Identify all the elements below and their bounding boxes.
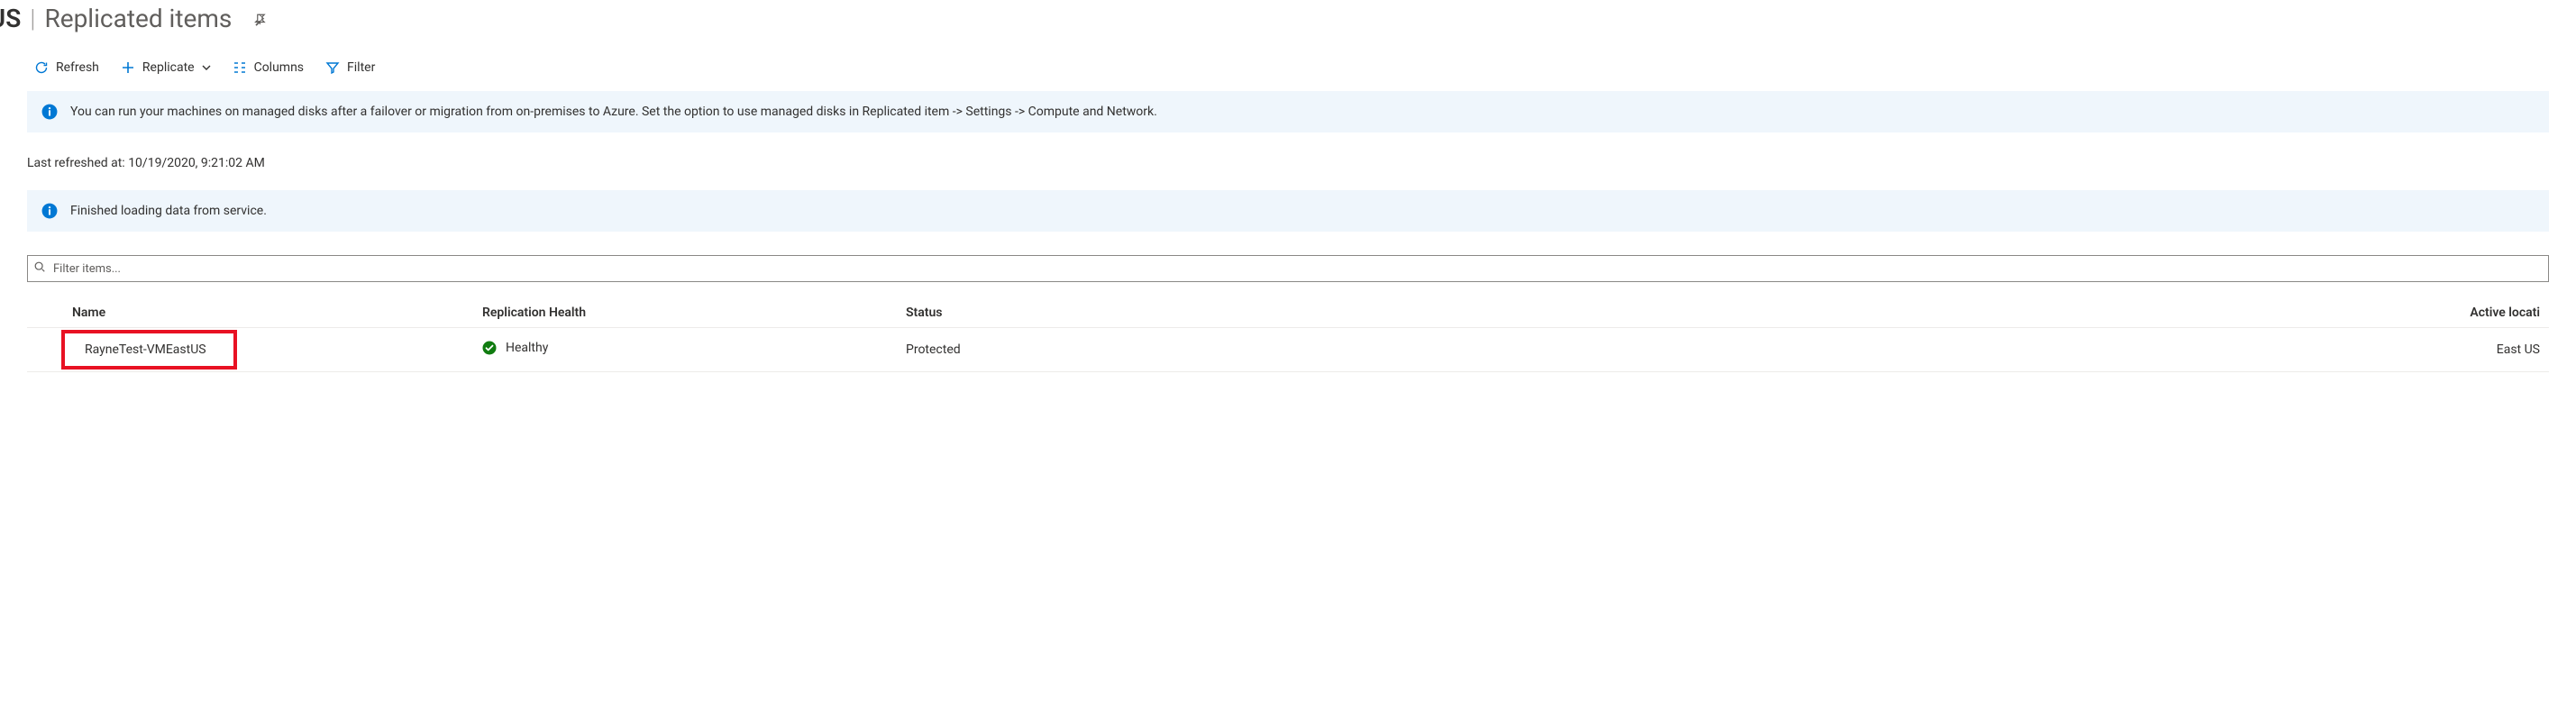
item-name-link[interactable]: RayneTest-VMEastUS [76, 341, 215, 359]
info-icon [41, 104, 58, 120]
pin-icon[interactable] [251, 13, 268, 29]
info-loaded-text: Finished loading data from service. [70, 204, 267, 218]
filter-icon [325, 60, 340, 75]
page-header: stUS | Replicated items [0, 0, 2576, 33]
plus-icon [121, 60, 135, 75]
last-refreshed-value: 10/19/2020, 9:21:02 AM [128, 156, 265, 170]
last-refreshed-label: Last refreshed at: [27, 156, 125, 170]
refresh-button[interactable]: Refresh [34, 60, 99, 75]
pipe-separator: | [26, 4, 39, 33]
filter-items-input[interactable] [51, 261, 2543, 277]
refresh-label: Refresh [56, 60, 99, 75]
columns-button[interactable]: Columns [233, 60, 304, 75]
info-loaded: Finished loading data from service. [27, 190, 2549, 232]
cell-replication-health: Healthy [473, 328, 897, 372]
header-status[interactable]: Status [897, 298, 1284, 328]
filter-label: Filter [347, 60, 375, 75]
cell-active-location: East US [1284, 328, 2549, 372]
table-header-row: Name Replication Health Status Active lo… [27, 298, 2549, 328]
row-spacer [27, 328, 63, 372]
table-row[interactable]: RayneTest-VMEastUS Healthy Pro [27, 328, 2549, 372]
chevron-down-icon [202, 63, 211, 72]
replicate-label: Replicate [142, 60, 195, 75]
highlight-box: RayneTest-VMEastUS [61, 330, 237, 370]
search-icon [33, 260, 46, 277]
replicate-button[interactable]: Replicate [121, 60, 211, 75]
replicated-items-table-wrap: Name Replication Health Status Active lo… [27, 298, 2549, 372]
command-bar: Refresh Replicate Columns [0, 33, 2576, 91]
header-active-location[interactable]: Active locati [1284, 298, 2549, 328]
filter-button[interactable]: Filter [325, 60, 375, 75]
last-refreshed: Last refreshed at: 10/19/2020, 9:21:02 A… [0, 156, 2576, 170]
header-spacer [27, 298, 63, 328]
health-ok-icon [482, 341, 497, 355]
cell-status: Protected [897, 328, 1284, 372]
page-title: Replicated items [44, 4, 232, 33]
resource-name-suffix: stUS [0, 4, 21, 33]
info-icon [41, 203, 58, 219]
columns-label: Columns [254, 60, 304, 75]
replicated-items-table: Name Replication Health Status Active lo… [27, 298, 2549, 372]
cell-name[interactable]: RayneTest-VMEastUS [63, 328, 473, 372]
header-replication-health[interactable]: Replication Health [473, 298, 897, 328]
columns-icon [233, 60, 247, 75]
info-managed-disks: You can run your machines on managed dis… [27, 91, 2549, 132]
refresh-icon [34, 60, 49, 75]
header-name[interactable]: Name [63, 298, 473, 328]
replication-health-value: Healthy [506, 341, 548, 355]
info-managed-disks-text: You can run your machines on managed dis… [70, 105, 1157, 119]
filter-items-wrapper[interactable] [27, 255, 2549, 282]
